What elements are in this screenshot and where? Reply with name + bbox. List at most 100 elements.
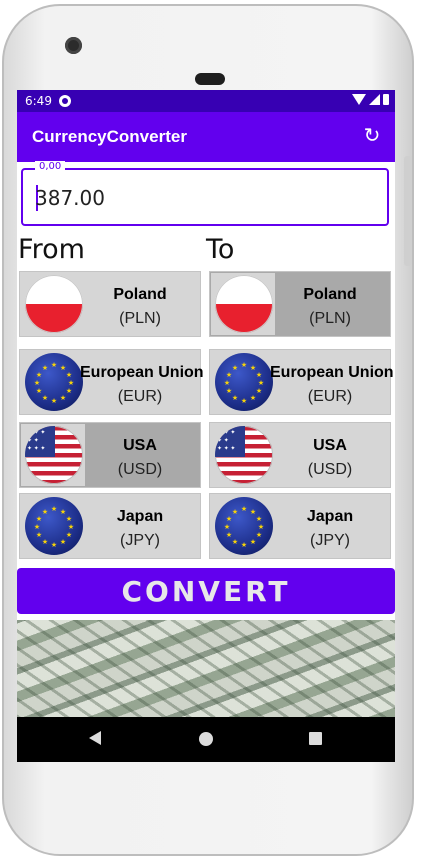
currency-code: (EUR) [307, 388, 353, 405]
back-icon[interactable] [89, 731, 101, 745]
currency-name: Japan [116, 508, 164, 525]
svg-text:★: ★ [241, 505, 247, 513]
phone-side-button [404, 156, 412, 266]
refresh-icon[interactable]: ↻ [361, 125, 383, 147]
svg-text:★: ★ [36, 371, 42, 379]
svg-text:★: ★ [51, 541, 57, 549]
currency-name: Poland [303, 286, 357, 303]
currency-code: (JPY) [120, 532, 160, 549]
from-currency-poland[interactable]: Poland (PLN) [19, 271, 201, 337]
amount-input-hint: 0,00 [35, 161, 66, 172]
recent-apps-icon[interactable] [309, 732, 322, 745]
svg-text:★: ★ [258, 523, 264, 531]
status-time: 6:49 [25, 94, 52, 108]
svg-text:★: ★ [66, 515, 72, 523]
svg-text:★: ★ [250, 508, 256, 516]
currency-name: European Union [80, 364, 204, 381]
svg-text:★: ★ [250, 394, 256, 402]
svg-text:★: ★ [258, 379, 264, 387]
svg-text:★: ★ [256, 531, 262, 539]
front-camera-icon [65, 37, 82, 54]
svg-text:★: ★ [66, 531, 72, 539]
svg-text:★: ★ [68, 379, 74, 387]
from-currency-eu[interactable]: ★ ★ ★ ★ ★ ★ ★ ★ ★ ★ ★ ★ European Union (EUR) [19, 349, 204, 415]
flag-poland-icon [215, 275, 273, 333]
money-banner-image [17, 620, 395, 718]
svg-text:★: ★ [60, 394, 66, 402]
flag-usa-icon [25, 426, 83, 484]
svg-text:★: ★ [51, 361, 57, 369]
to-currency-eu[interactable]: ★ ★ ★ ★ ★ ★ ★ ★ ★ ★ ★ ★ European Union (EUR) [209, 349, 394, 415]
svg-text:★: ★ [226, 531, 232, 539]
notification-app-icon [59, 95, 71, 107]
from-currency-japan[interactable]: ★ ★ ★ ★ ★ ★ ★ ★ ★ ★ ★ ★ Japan (JPY) [19, 493, 201, 559]
currency-code: (PLN) [119, 310, 161, 327]
svg-text:★: ★ [36, 387, 42, 395]
status-bar: 6:49 [17, 90, 395, 112]
app-screen: 6:49 CurrencyConverter ↻ 0,00 387.00 Fro… [17, 90, 395, 762]
currency-code: (JPY) [310, 532, 350, 549]
svg-text:★: ★ [68, 523, 74, 531]
earpiece-speaker [195, 73, 225, 85]
svg-text:★: ★ [256, 515, 262, 523]
from-currency-usa[interactable]: USA (USD) [19, 422, 201, 488]
currency-code: (EUR) [117, 388, 163, 405]
svg-text:★: ★ [224, 379, 230, 387]
svg-text:★: ★ [250, 364, 256, 372]
svg-text:★: ★ [36, 515, 42, 523]
svg-text:★: ★ [226, 371, 232, 379]
to-currency-usa[interactable]: USA (USD) [209, 422, 391, 488]
system-nav-bar [17, 717, 395, 762]
flag-usa-icon [215, 426, 273, 484]
app-title: CurrencyConverter [32, 127, 187, 146]
currency-name: Japan [306, 508, 354, 525]
home-icon[interactable] [199, 732, 213, 746]
amount-input-value[interactable]: 387.00 [35, 186, 105, 210]
svg-text:★: ★ [241, 397, 247, 405]
svg-text:★: ★ [36, 531, 42, 539]
status-icons [352, 94, 389, 105]
svg-text:★: ★ [232, 538, 238, 546]
currency-code: (USD) [307, 461, 353, 478]
cell-signal-icon [369, 94, 380, 105]
convert-button[interactable]: CONVERT [17, 568, 395, 614]
svg-text:★: ★ [34, 523, 40, 531]
svg-text:★: ★ [60, 364, 66, 372]
currency-name: USA [313, 437, 347, 454]
svg-text:★: ★ [256, 371, 262, 379]
currency-name: Poland [113, 286, 167, 303]
wifi-icon [352, 94, 366, 105]
currency-code: (PLN) [309, 310, 351, 327]
svg-text:★: ★ [241, 361, 247, 369]
svg-text:★: ★ [42, 508, 48, 516]
app-bar: CurrencyConverter ↻ [17, 112, 395, 162]
currency-code: (USD) [117, 461, 163, 478]
svg-text:★: ★ [66, 371, 72, 379]
svg-text:★: ★ [250, 538, 256, 546]
svg-text:★: ★ [256, 387, 262, 395]
currency-name: USA [123, 437, 157, 454]
svg-text:★: ★ [60, 538, 66, 546]
svg-text:★: ★ [60, 508, 66, 516]
flag-eu-icon: ★ ★ ★ ★ ★ ★ ★ ★ ★ ★ ★ ★ [215, 497, 273, 555]
svg-text:★: ★ [42, 364, 48, 372]
svg-text:★: ★ [232, 508, 238, 516]
svg-text:★: ★ [224, 523, 230, 531]
amount-input[interactable]: 0,00 387.00 [21, 161, 389, 226]
svg-text:★: ★ [232, 394, 238, 402]
flag-eu-icon: ★ ★ ★ ★ ★ ★ ★ ★ ★ ★ ★ ★ [25, 497, 83, 555]
svg-text:★: ★ [66, 387, 72, 395]
from-heading: From [18, 234, 85, 265]
svg-text:★: ★ [226, 387, 232, 395]
svg-text:★: ★ [241, 541, 247, 549]
svg-text:★: ★ [42, 394, 48, 402]
svg-text:★: ★ [226, 515, 232, 523]
to-currency-japan[interactable]: ★ ★ ★ ★ ★ ★ ★ ★ ★ ★ ★ ★ Japan (JPY) [209, 493, 391, 559]
currency-name: European Union [270, 364, 394, 381]
flag-poland-icon [25, 275, 83, 333]
battery-icon [383, 94, 389, 105]
flag-eu-icon: ★ ★ ★ ★ ★ ★ ★ ★ ★ ★ ★ ★ [215, 353, 273, 411]
to-currency-poland[interactable]: Poland (PLN) [209, 271, 391, 337]
flag-eu-icon: ★ ★ ★ ★ ★ ★ ★ ★ ★ ★ ★ ★ [25, 353, 83, 411]
svg-text:★: ★ [51, 505, 57, 513]
